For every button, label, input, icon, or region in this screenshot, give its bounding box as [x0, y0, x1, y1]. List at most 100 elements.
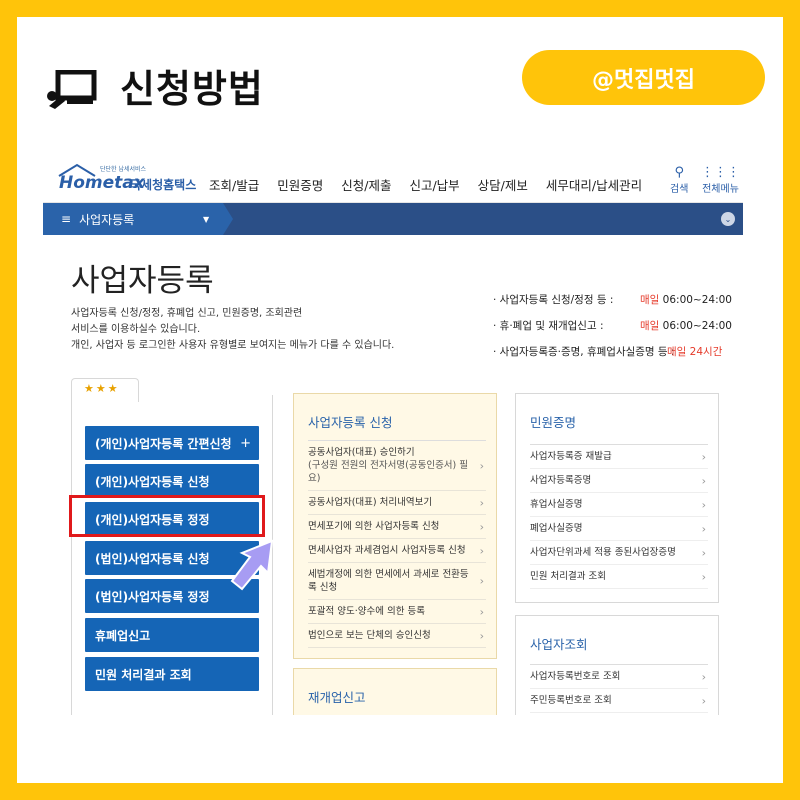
panel-title: 재개업신고: [308, 690, 366, 705]
section-title: 사업자등록: [71, 263, 214, 299]
item-label: 사업자등록증명: [530, 475, 592, 486]
list-item[interactable]: 법인으로 보는 단체의 승인신청 ›: [308, 624, 486, 648]
chevron-right-icon: ›: [479, 544, 484, 557]
hamburger-icon: ≡: [61, 212, 72, 226]
chevron-right-icon: ›: [479, 629, 484, 642]
reopen-panel: 재개업신고: [293, 668, 497, 715]
menu-item-filing[interactable]: 신고/납부: [409, 175, 459, 194]
list-item[interactable]: 주민등록번호로 조회 ›: [530, 689, 708, 713]
certificate-panel: 민원증명 사업자등록증 재발급 › 사업자등록증명 › 휴업사실증명 › 폐업사실증명…: [515, 393, 719, 603]
hours-row: · 사업자등록증·증명, 휴폐업사실증명 등 : 매일 24시간: [493, 344, 733, 370]
item-label: 민원 처리결과 조회: [530, 571, 606, 582]
search-label: 검색: [670, 184, 689, 195]
page-heading: 신청방법: [120, 67, 264, 111]
main-menu: 조회/발급 민원증명 신청/제출 신고/납부 상담/제보 세무대리/납세관리: [209, 175, 660, 194]
list-item[interactable]: 민원 처리결과 조회 ›: [530, 565, 708, 589]
search-icon: ⚲: [674, 165, 684, 180]
favorites-tab[interactable]: ★★★: [71, 378, 139, 402]
hours-day: 매일: [640, 294, 660, 306]
service-hours: · 사업자등록 신청/정정 등 : 매일 06:00~24:00 · 휴·폐업 …: [493, 292, 733, 370]
hours-value: 06:00~24:00: [662, 320, 732, 332]
individual-register-button[interactable]: (개인)사업자등록 신청: [85, 464, 259, 498]
breadcrumb-label: 사업자등록: [79, 212, 135, 227]
item-label: 공동사업자(대표) 승인하기: [308, 447, 415, 458]
hours-row: · 휴·폐업 및 재개업신고 : 매일 06:00~24:00: [493, 318, 733, 344]
certificate-list: 사업자등록증 재발급 › 사업자등록증명 › 휴업사실증명 › 폐업사실증명 › 사업자…: [530, 444, 708, 589]
item-label: 공동사업자(대표) 처리내역보기: [308, 497, 433, 508]
hours-time: 매일 06:00~24:00: [640, 318, 732, 334]
handle-badge: @멋집멋집: [522, 50, 765, 105]
item-label: 면세포기에 의한 사업자등록 신청: [308, 521, 440, 532]
logo-tagline: 단단한 납세서비스: [100, 166, 147, 173]
list-item[interactable]: 사업자등록증명 ›: [530, 469, 708, 493]
breadcrumb[interactable]: ≡ 사업자등록 ▼: [43, 203, 223, 235]
hours-value: 24시간: [689, 346, 723, 358]
panel-title: 사업자조회: [530, 637, 588, 652]
desc-line: 서비스를 이용하실수 있습니다.: [71, 324, 201, 335]
all-menu-button[interactable]: ⋮⋮⋮ 전체메뉴: [701, 165, 740, 195]
chevron-right-icon: ›: [479, 496, 484, 509]
hours-row: · 사업자등록 신청/정정 등 : 매일 06:00~24:00: [493, 292, 733, 318]
list-item[interactable]: 사업자등록증 재발급 ›: [530, 445, 708, 469]
item-label: 면세사업자 과세겸업시 사업자등록 신청: [308, 545, 466, 556]
highlight-box: [69, 495, 265, 537]
grid-icon: ⋮⋮⋮: [701, 165, 740, 180]
item-label: 휴업사실증명: [530, 499, 583, 510]
item-label: 세법개정에 의한 면세에서 과세로 전환등록 신청: [308, 569, 469, 593]
individual-simple-register-button[interactable]: (개인)사업자등록 간편신청 +: [85, 426, 259, 460]
search-button[interactable]: ⚲ 검색: [670, 165, 688, 195]
list-item[interactable]: 공동사업자(대표) 승인하기 (구성원 전원의 전자서명(공동인증서) 필요) ›: [308, 441, 486, 491]
hours-time: 매일 06:00~24:00: [640, 292, 732, 308]
item-label: 사업자등록증 재발급: [530, 451, 612, 462]
chevron-right-icon: ›: [701, 498, 706, 511]
chevron-right-icon: ›: [479, 459, 484, 472]
list-item[interactable]: 세법개정에 의한 면세에서 과세로 전환등록 신청 ›: [308, 563, 486, 600]
hometax-screenshot: 단단한 납세서비스 Hometax 국세청홈택스 조회/발급 민원증명 신청/제…: [43, 155, 743, 715]
list-item[interactable]: 폐업사실증명 ›: [530, 517, 708, 541]
item-note: (구성원 전원의 전자서명(공동인증서) 필요): [308, 460, 469, 484]
hours-day: 매일: [640, 320, 660, 332]
chevron-right-icon: ›: [479, 605, 484, 618]
logo-subtitle: 국세청홈택스: [130, 178, 197, 192]
plus-icon: +: [240, 435, 251, 451]
list-item[interactable]: 사업자등록번호로 조회 ›: [530, 665, 708, 689]
hours-label: · 사업자등록 신청/정정 등 :: [493, 294, 614, 306]
chevron-right-icon: ›: [701, 670, 706, 683]
list-item[interactable]: 휴업사실증명 ›: [530, 493, 708, 517]
business-lookup-panel: 사업자조회 사업자등록번호로 조회 › 주민등록번호로 조회 ›: [515, 615, 719, 715]
list-item[interactable]: 사업자단위과세 적용 종된사업장증명 ›: [530, 541, 708, 565]
hours-time: 매일 24시간: [667, 344, 722, 360]
hours-value: 06:00~24:00: [662, 294, 732, 306]
hours-label: · 휴·폐업 및 재개업신고 :: [493, 320, 604, 332]
list-item[interactable]: 면세포기에 의한 사업자등록 신청 ›: [308, 515, 486, 539]
hours-day: 매일: [667, 346, 687, 358]
chevron-right-icon: ›: [701, 522, 706, 535]
closure-report-button[interactable]: 휴폐업신고: [85, 618, 259, 652]
list-item[interactable]: 공동사업자(대표) 처리내역보기 ›: [308, 491, 486, 515]
menu-item-application[interactable]: 신청/제출: [341, 175, 391, 194]
item-label: 주민등록번호로 조회: [530, 695, 612, 706]
lookup-list: 사업자등록번호로 조회 › 주민등록번호로 조회 ›: [530, 664, 708, 713]
menu-item-agent[interactable]: 세무대리/납세관리: [546, 175, 642, 194]
button-label: (개인)사업자등록 간편신청: [95, 436, 232, 451]
desc-line: 사업자등록 신청/정정, 휴폐업 신고, 민원증명, 조회관련: [71, 308, 303, 319]
list-item[interactable]: 포괄적 양도·양수에 의한 등록 ›: [308, 600, 486, 624]
section-description: 사업자등록 신청/정정, 휴폐업 신고, 민원증명, 조회관련 서비스를 이용하…: [71, 306, 431, 354]
chevron-right-icon: ›: [479, 520, 484, 533]
result-inquiry-button[interactable]: 민원 처리결과 조회: [85, 657, 259, 691]
menu-item-certificate[interactable]: 민원증명: [277, 175, 323, 194]
all-menu-label: 전체메뉴: [702, 184, 739, 195]
item-label: 포괄적 양도·양수에 의한 등록: [308, 606, 425, 617]
list-item[interactable]: 면세사업자 과세겸업시 사업자등록 신청 ›: [308, 539, 486, 563]
top-nav: 단단한 납세서비스 Hometax 국세청홈택스 조회/발급 민원증명 신청/제…: [43, 155, 743, 203]
expand-icon[interactable]: ⌄: [721, 212, 735, 226]
breadcrumb-tip: [223, 203, 233, 235]
menu-item-inquiry[interactable]: 조회/발급: [209, 175, 259, 194]
item-label: 사업자단위과세 적용 종된사업장증명: [530, 547, 676, 558]
menu-item-consult[interactable]: 상담/제보: [478, 175, 528, 194]
chevron-right-icon: ›: [701, 546, 706, 559]
panel-title: 사업자등록 신청: [308, 415, 393, 430]
caret-down-icon: ▼: [203, 214, 210, 224]
item-label: 법인으로 보는 단체의 승인신청: [308, 630, 431, 641]
hometax-logo[interactable]: 단단한 납세서비스 Hometax 국세청홈택스: [57, 163, 227, 199]
